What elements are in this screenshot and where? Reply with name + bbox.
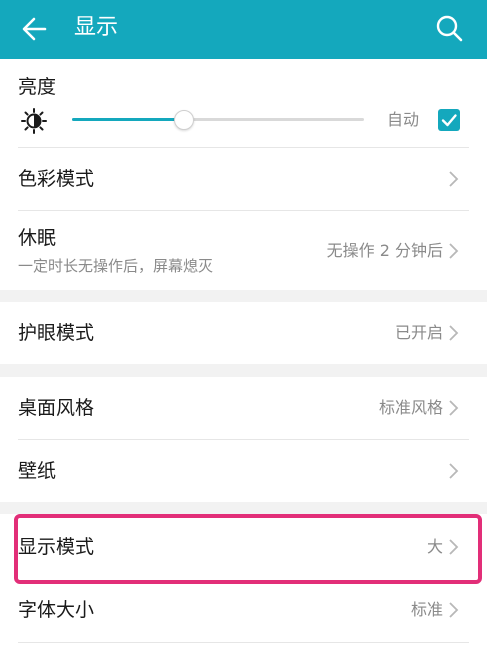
font-size-value: 标准 bbox=[410, 600, 443, 619]
eye-comfort-row[interactable]: 护眼模式 已开启 bbox=[0, 302, 487, 364]
chevron-right-icon bbox=[449, 602, 459, 618]
chevron-right-icon bbox=[449, 171, 459, 187]
check-icon bbox=[441, 114, 457, 127]
chevron-right-icon bbox=[449, 243, 459, 259]
sleep-value: 无操作 2 分钟后 bbox=[326, 241, 443, 260]
wallpaper-label: 壁纸 bbox=[18, 460, 57, 482]
chevron-right-icon bbox=[449, 400, 459, 416]
back-button[interactable] bbox=[18, 13, 50, 45]
chevron-right-icon bbox=[449, 463, 459, 479]
display-mode-value: 大 bbox=[426, 537, 443, 556]
chevron-right-icon bbox=[449, 325, 459, 341]
eye-comfort-label: 护眼模式 bbox=[18, 322, 95, 344]
font-size-row[interactable]: 字体大小 标准 bbox=[0, 584, 487, 646]
display-group: 亮度 自动 色彩模式 休眠 一定时长无操作后，屏幕熄灭 无操作 2 分钟后 bbox=[0, 59, 487, 290]
sleep-row[interactable]: 休眠 一定时长无操作后，屏幕熄灭 无操作 2 分钟后 bbox=[0, 211, 487, 290]
view-group: 显示模式 大 字体大小 标准 bbox=[0, 514, 487, 657]
arrow-left-icon bbox=[22, 17, 47, 41]
display-mode-label: 显示模式 bbox=[18, 536, 95, 558]
brightness-slider-fill bbox=[72, 118, 183, 121]
brightness-slider[interactable] bbox=[72, 110, 364, 130]
chevron-right-icon bbox=[449, 539, 459, 555]
display-mode-row[interactable]: 显示模式 大 bbox=[0, 514, 487, 580]
home-style-label: 桌面风格 bbox=[18, 397, 95, 419]
brightness-auto-label: 自动 bbox=[387, 110, 420, 129]
font-size-label: 字体大小 bbox=[18, 599, 95, 621]
brightness-section: 亮度 自动 bbox=[0, 59, 487, 147]
sun-icon bbox=[21, 108, 47, 134]
sleep-label: 休眠 bbox=[18, 227, 57, 249]
home-style-row[interactable]: 桌面风格 标准风格 bbox=[0, 377, 487, 439]
search-icon bbox=[436, 15, 463, 42]
wallpaper-row[interactable]: 壁纸 bbox=[0, 440, 487, 502]
divider bbox=[18, 642, 469, 643]
color-mode-label: 色彩模式 bbox=[18, 168, 95, 190]
home-style-value: 标准风格 bbox=[378, 398, 443, 417]
search-button[interactable] bbox=[433, 12, 465, 44]
sleep-description: 一定时长无操作后，屏幕熄灭 bbox=[18, 257, 214, 275]
app-bar: 显示 bbox=[0, 0, 487, 59]
color-mode-row[interactable]: 色彩模式 bbox=[0, 148, 487, 210]
auto-brightness-checkbox[interactable] bbox=[438, 109, 460, 131]
brightness-label: 亮度 bbox=[18, 76, 57, 98]
brightness-slider-thumb[interactable] bbox=[173, 110, 194, 130]
eye-comfort-value: 已开启 bbox=[394, 323, 443, 342]
home-group: 桌面风格 标准风格 壁纸 bbox=[0, 377, 487, 502]
page-title: 显示 bbox=[74, 15, 119, 40]
eye-comfort-group: 护眼模式 已开启 bbox=[0, 302, 487, 364]
